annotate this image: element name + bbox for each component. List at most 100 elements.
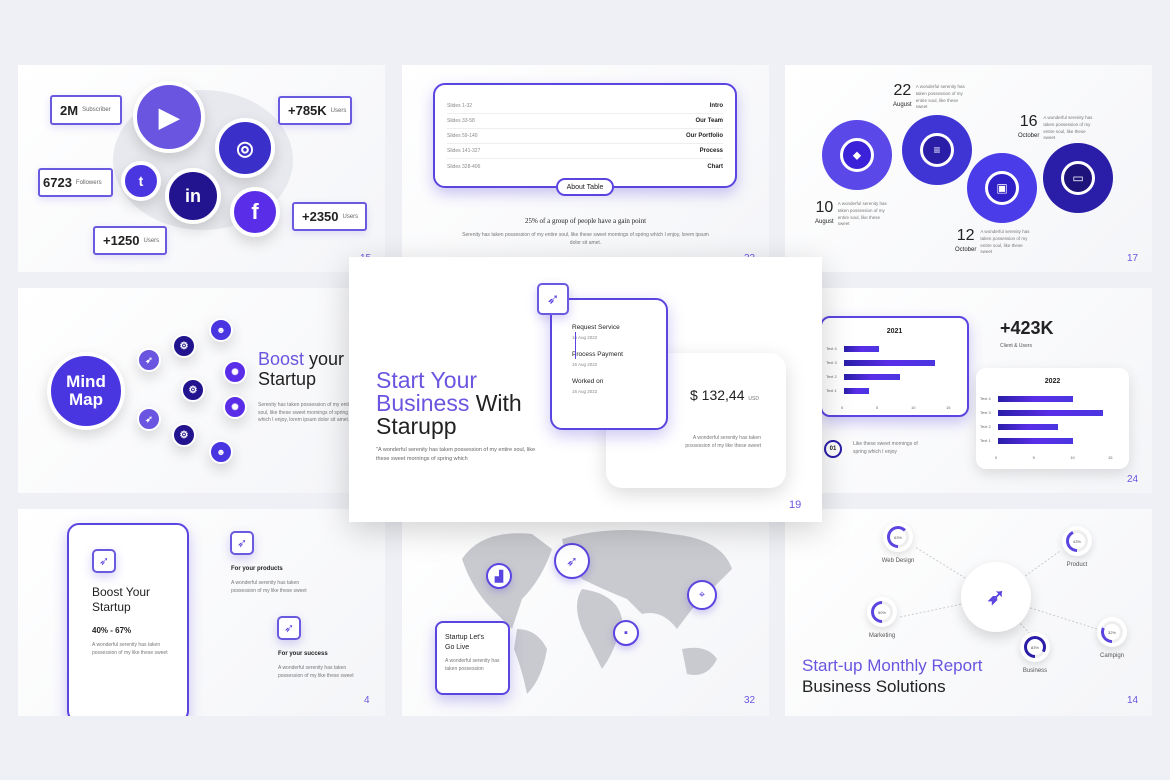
date-item: 16 October A wonderful serenity has taken … [1018, 113, 1093, 141]
stat-box: 6723 Followers [38, 168, 113, 197]
boost-range: 40% - 67% [92, 626, 132, 635]
donut-label: Marketing [868, 633, 896, 639]
slide-bars[interactable]: 2021 Text 4 Text 3 Text 2 Text 1 0 5 10 15 +423K… [785, 288, 1152, 493]
tick-label: 0 [995, 455, 998, 460]
boost-text: A wonderful serenity has taken possessio… [92, 642, 168, 656]
slide-report[interactable]: ➶ Start-up Monthly Report Business Soluti… [785, 509, 1152, 716]
table-card: Slides 1-32 Intro Slides 33-58 Our Team Sl… [433, 83, 737, 188]
slide-boost[interactable]: ➶ Boost Your Startup 40% - 67% A wonderf… [18, 509, 385, 716]
chart-title: 2021 [886, 328, 903, 335]
tick-label: 5 [1032, 455, 1035, 460]
category-label: Text 2 [826, 374, 837, 379]
rocket-icon: ➶ [230, 531, 254, 555]
stat-box: +1250 Users [93, 226, 167, 255]
table-heading: 25% of a group of people have a gain poi… [524, 217, 647, 225]
database-gear-icon: ≡ [909, 122, 965, 178]
slide-map[interactable]: ▟ ➶ ⌖ ▪ Startup Let's Go Live A wonderfu… [402, 509, 769, 716]
category-label: Text 3 [980, 410, 991, 415]
tick-label: 5 [876, 405, 879, 410]
chat-pin-icon: ▪ [613, 620, 639, 646]
about-table-button[interactable]: About Table [556, 178, 614, 196]
instagram-icon: ◎ [215, 118, 275, 178]
slide-social[interactable]: ▶ ◎ t in f 2M Subscriber +785K Users 6723 F… [18, 65, 385, 272]
donut-percent: 43% [1069, 533, 1085, 549]
rocket-icon: ➶ [137, 407, 161, 431]
bar [844, 360, 935, 366]
donut-percent: 83% [1027, 639, 1043, 655]
boost-card [67, 523, 189, 716]
hero-title: Start Your Business With Starupp [376, 367, 522, 439]
head-icon: ☻ [209, 318, 233, 342]
tick-label: 10 [911, 405, 916, 410]
gear-icon: ⚙ [172, 334, 196, 358]
bar [998, 424, 1059, 430]
donut-label: Web Design [881, 558, 915, 564]
head-icon: ☻ [209, 440, 233, 464]
price-value: $ 132,44 USD [690, 387, 759, 403]
stat-value: +423K [1000, 318, 1054, 338]
category-label: Text 3 [826, 360, 837, 365]
rocket-icon: ➶ [137, 348, 161, 372]
map-card-title: Startup Let's Go Live [445, 634, 485, 651]
linkedin-icon: in [165, 168, 221, 224]
stat-box: 2M Subscriber [50, 95, 122, 125]
category-label: Text 1 [980, 438, 991, 443]
donut-percent: 50% [874, 604, 890, 620]
report-title: Start-up Monthly Report Business Solution… [802, 656, 983, 696]
table-text: Serenity has taken possession of my enti… [462, 232, 709, 246]
donut-percent: 32% [1104, 624, 1120, 640]
slide-hero[interactable]: Start Your Business With Starupp "A wonder… [349, 257, 822, 522]
category-label: Text 4 [826, 346, 837, 351]
donut-label: Business [1022, 668, 1048, 674]
table-row: Slides 1-32 Intro [447, 99, 723, 114]
folder-gear-icon: ▭ [1050, 150, 1106, 206]
brain-icon: ✺ [223, 395, 247, 419]
donut-business: 83% [1020, 632, 1050, 662]
badge-text: Like these sweet mornings of spring whic… [853, 441, 918, 455]
badge-01: 01 [824, 440, 842, 458]
chart-title: 2022 [1044, 378, 1061, 385]
gear-icon: ⚙ [172, 423, 196, 447]
hero-text: "A wonderful serenity has taken possessi… [376, 447, 536, 462]
date-item: 12 October A wonderful serenity has taken … [955, 227, 1030, 255]
location-pin-icon: ⌖ [687, 580, 717, 610]
bar [998, 410, 1104, 416]
youtube-icon: ▶ [133, 81, 205, 153]
slide-gears[interactable]: ⬥ ≡ ▣ ▭ 22 August A wonderful serenity has… [785, 65, 1152, 272]
donut-web-design: 63% [883, 522, 913, 552]
rocket-dollar-icon: ➶ [961, 562, 1031, 632]
donut-label: Campign [1099, 653, 1124, 659]
map-card-text: A wonderful serenity has taken possessio… [445, 658, 500, 672]
table-row: Slides 59-140 Our Portfolio [447, 129, 723, 144]
tick-label: 15 [946, 405, 951, 410]
mind-map-circle: Mind Map [47, 352, 125, 430]
page-number: 17 [1127, 253, 1139, 264]
briefcase-gear-icon: ▣ [974, 160, 1030, 216]
bar [998, 438, 1074, 444]
chart-2022-card: 2022 Text 4 Text 3 Text 2 Text 1 0 5 10 15 [976, 368, 1129, 469]
donut-campign: 32% [1097, 617, 1127, 647]
timeline-line [575, 332, 576, 359]
stat-box: +785K Users [278, 96, 352, 125]
mindmap-text: Serenity has taken possession of my enti… [258, 402, 354, 423]
bar [844, 388, 869, 394]
table-row: Slides 33-58 Our Team [447, 114, 723, 129]
bar [844, 346, 879, 352]
slide-mindmap[interactable]: Mind Map ➶ ➶ ⚙ ⚙ ⚙ ☻ ☻ ✺ ✺ Boost your Star… [18, 288, 385, 493]
stat-label: Client & Users [1000, 343, 1032, 349]
rocket-globe-pin-icon: ➶ [554, 543, 590, 579]
slide-table[interactable]: Slides 1-32 Intro Slides 33-58 Our Team Sl… [402, 65, 769, 272]
mindmap-title: Boost your Startup [258, 349, 345, 389]
item-text: A wonderful serenity has taken possessio… [231, 580, 307, 594]
handshake-gear-icon: ⬥ [829, 127, 885, 183]
step-item: Worked on 16 Aug 2022 [572, 378, 604, 394]
page-number: 14 [1127, 695, 1139, 706]
item-title: For your products [231, 566, 283, 572]
date-item: 10 August A wonderful serenity has taken p… [815, 199, 887, 227]
table-row: Slides 328-406 Chart [447, 163, 723, 170]
boost-title: Boost Your Startup [92, 585, 151, 614]
category-label: Text 2 [980, 424, 991, 429]
twitter-icon: t [121, 161, 161, 201]
item-title: For your success [278, 651, 328, 657]
table-row: Slides 141-327 Process [447, 144, 723, 159]
